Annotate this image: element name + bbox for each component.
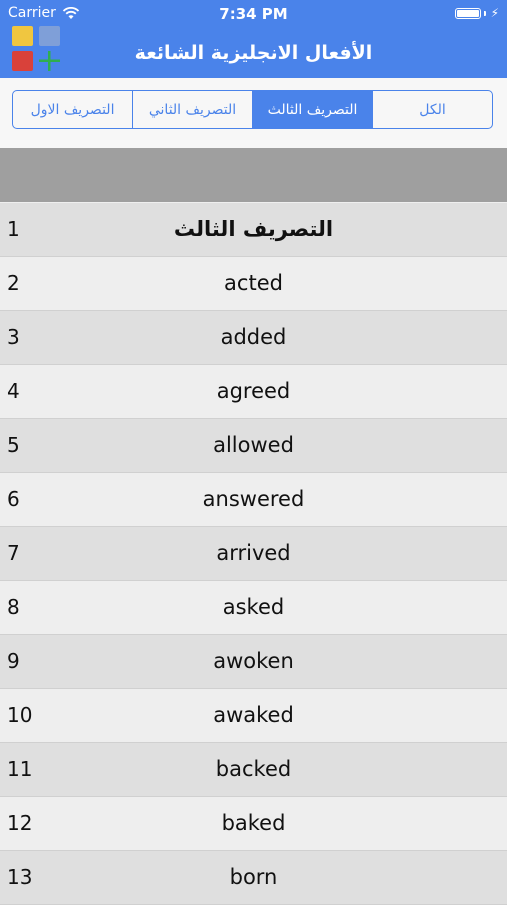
battery-fill — [456, 9, 479, 17]
battery-icon — [454, 7, 481, 19]
row-verb: baked — [221, 811, 286, 835]
row-verb: backed — [215, 757, 292, 781]
list-item[interactable]: 9 awoken — [0, 635, 507, 689]
list-item[interactable]: 12 baked — [0, 797, 507, 851]
list-item[interactable]: 11 backed — [0, 743, 507, 797]
list-item[interactable]: 8 asked — [0, 581, 507, 635]
list-item[interactable]: 3 added — [0, 311, 507, 365]
list-item[interactable]: 7 arrived — [0, 527, 507, 581]
tab-second-form[interactable]: التصريف الثاني — [133, 91, 253, 128]
page-title: الأفعال الانجليزية الشائعة — [134, 42, 373, 64]
table-header-strip — [0, 148, 507, 202]
row-verb: allowed — [213, 433, 294, 457]
battery-indicator: ⚡ — [454, 6, 499, 20]
row-verb: added — [220, 325, 287, 349]
row-verb: acted — [224, 271, 283, 295]
row-verb: arrived — [216, 541, 291, 565]
status-time: 7:34 PM — [219, 5, 288, 23]
list-item[interactable]: 10 awaked — [0, 689, 507, 743]
row-verb: التصريف الثالث — [173, 217, 334, 241]
verb-list[interactable]: 1 التصريف الثالث 2 acted 3 added 4 agreed 5 allow… — [0, 203, 507, 905]
row-verb: asked — [222, 595, 285, 619]
tab-all[interactable]: الكل — [373, 91, 492, 128]
charging-bolt-icon: ⚡ — [490, 6, 499, 20]
row-verb: awaked — [213, 703, 294, 727]
tab-third-form[interactable]: التصريف الثالث — [253, 91, 373, 128]
list-item[interactable]: 1 التصريف الثالث — [0, 203, 507, 257]
list-item[interactable]: 4 agreed — [0, 365, 507, 419]
list-item[interactable]: 5 allowed — [0, 419, 507, 473]
list-item[interactable]: 2 acted — [0, 257, 507, 311]
verb-form-segmented-control: التصريف الاول التصريف الثاني التصريف الث… — [12, 90, 493, 129]
navigation-bar: Carrier 7:34 PM ⚡ الأفعال الانجليزية الش… — [0, 0, 507, 78]
row-verb: answered — [202, 487, 305, 511]
row-verb: born — [229, 865, 278, 889]
list-item[interactable]: 6 answered — [0, 473, 507, 527]
list-item[interactable]: 13 born — [0, 851, 507, 905]
row-verb: awoken — [213, 649, 294, 673]
row-verb: agreed — [216, 379, 291, 403]
filter-bar: التصريف الاول التصريف الثاني التصريف الث… — [0, 78, 507, 148]
tab-first-form[interactable]: التصريف الاول — [13, 91, 133, 128]
